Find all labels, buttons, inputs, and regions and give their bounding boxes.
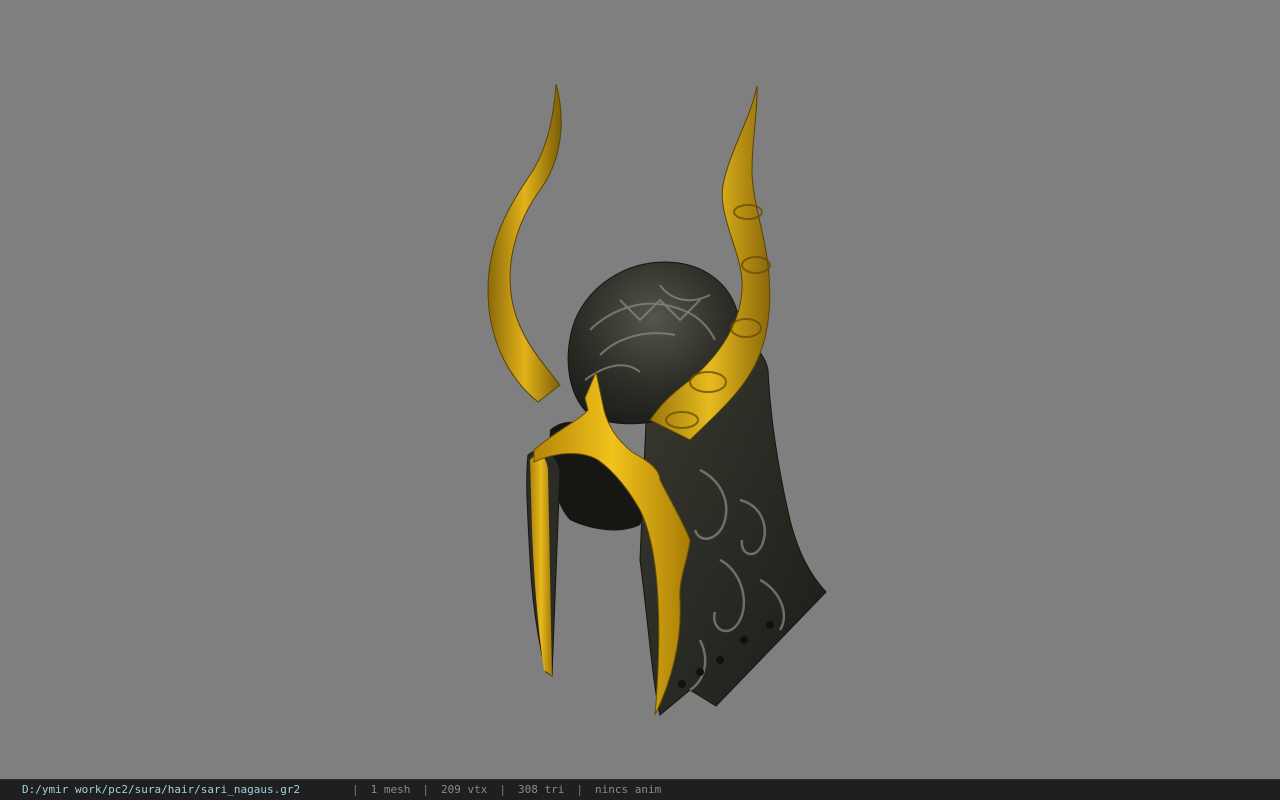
file-path: D:/ymir work/pc2/sura/hair/sari_nagaus.g… — [22, 783, 301, 796]
separator: | — [576, 783, 583, 796]
triangle-count: 308 tri — [517, 783, 565, 796]
status-bar: D:/ymir work/pc2/sura/hair/sari_nagaus.g… — [0, 779, 1280, 800]
separator: | — [499, 783, 506, 796]
3d-viewport[interactable] — [0, 0, 1280, 779]
vertex-count: 209 vtx — [441, 783, 488, 796]
helmet-model — [487, 83, 827, 716]
separator: | — [352, 783, 359, 796]
model-stats: | 1 mesh | 209 vtx | 308 tri | nincs anim — [340, 780, 661, 800]
mesh-count: 1 mesh — [370, 783, 411, 796]
anim-status: nincs anim — [594, 783, 662, 796]
separator: | — [422, 783, 429, 796]
left-horn — [487, 83, 562, 403]
